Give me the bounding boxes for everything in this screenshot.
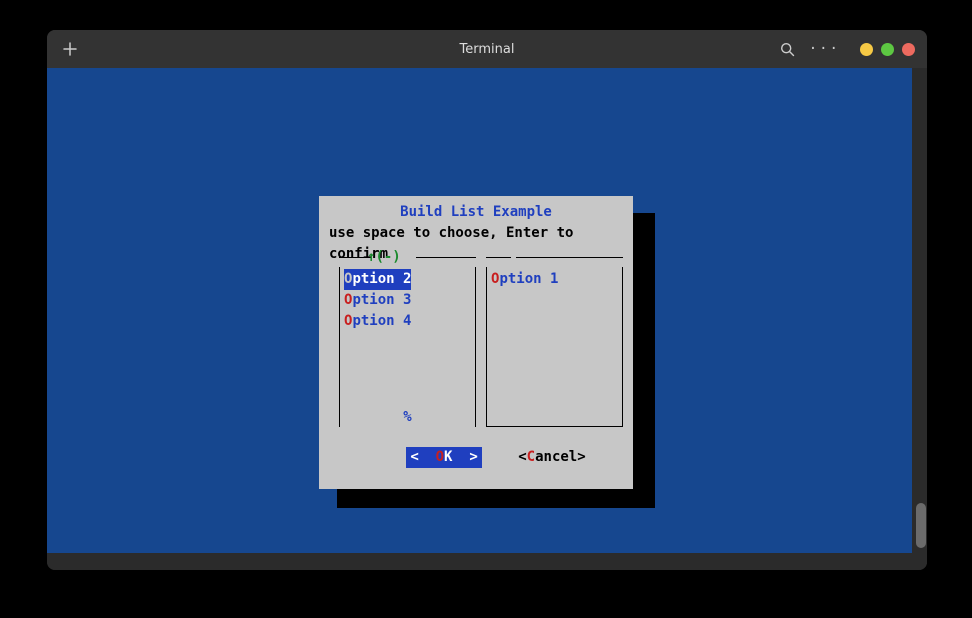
list-item[interactable]: Option 3 [340, 290, 475, 311]
minimize-button[interactable] [860, 43, 873, 56]
scrollbar-track[interactable] [915, 68, 927, 570]
list-item[interactable]: Option 2 [344, 269, 411, 290]
dialog-buttons: < OK > <Cancel> [329, 447, 623, 468]
cancel-button[interactable]: <Cancel> [518, 447, 585, 468]
scrollbar-thumb[interactable] [916, 503, 926, 548]
terminal-canvas[interactable]: Build List Example use space to choose, … [47, 68, 912, 553]
dialog-title: Build List Example [329, 202, 623, 223]
buildlist-dialog: Build List Example use space to choose, … [319, 196, 633, 489]
list-item[interactable]: Option 4 [340, 311, 475, 332]
search-icon[interactable] [780, 42, 795, 57]
list-position-indicator: % [340, 407, 475, 428]
close-button[interactable] [902, 43, 915, 56]
titlebar: Terminal ··· [47, 30, 927, 68]
new-tab-button[interactable] [59, 38, 81, 60]
buildlist-lists: ↑(-) Option 2Option 3Option 4 % Option 1 [329, 267, 623, 427]
menu-icon[interactable]: ··· [809, 41, 840, 57]
terminal-window: Terminal ··· Build List Example use spac… [47, 30, 927, 570]
available-list[interactable]: ↑(-) Option 2Option 3Option 4 % [339, 267, 476, 427]
selected-list[interactable]: Option 1 [486, 267, 623, 427]
maximize-button[interactable] [881, 43, 894, 56]
terminal-body: Build List Example use space to choose, … [47, 68, 927, 570]
list-item[interactable]: Option 1 [487, 269, 622, 290]
scroll-up-indicator: ↑(-) [367, 247, 401, 268]
window-title: Terminal [460, 42, 515, 57]
plus-icon [63, 42, 77, 56]
window-controls [860, 43, 915, 56]
ok-button[interactable]: < OK > [406, 447, 481, 468]
